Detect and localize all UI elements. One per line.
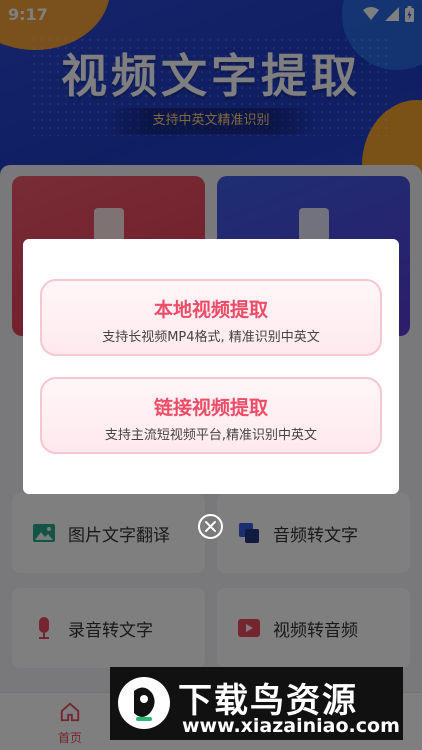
link-video-extract-button[interactable]: 链接视频提取 支持主流短视频平台,精准识别中英文 xyxy=(40,377,382,454)
close-icon xyxy=(205,521,216,532)
local-video-extract-button[interactable]: 本地视频提取 支持长视频MP4格式, 精准识别中英文 xyxy=(40,279,382,356)
option-description: 支持主流短视频平台,精准识别中英文 xyxy=(104,428,318,443)
watermark-banner: 下载鸟资源 www.xiazainiao.com xyxy=(110,667,403,740)
option-description: 支持长视频MP4格式, 精准识别中英文 xyxy=(102,330,320,345)
bird-logo-icon xyxy=(118,677,170,729)
extract-mode-dialog: 本地视频提取 支持长视频MP4格式, 精准识别中英文 链接视频提取 支持主流短视… xyxy=(23,239,399,494)
close-button[interactable] xyxy=(198,514,223,539)
option-title: 链接视频提取 xyxy=(153,397,268,419)
option-title: 本地视频提取 xyxy=(153,299,268,321)
watermark-url: www.xiazainiao.com xyxy=(182,715,400,737)
